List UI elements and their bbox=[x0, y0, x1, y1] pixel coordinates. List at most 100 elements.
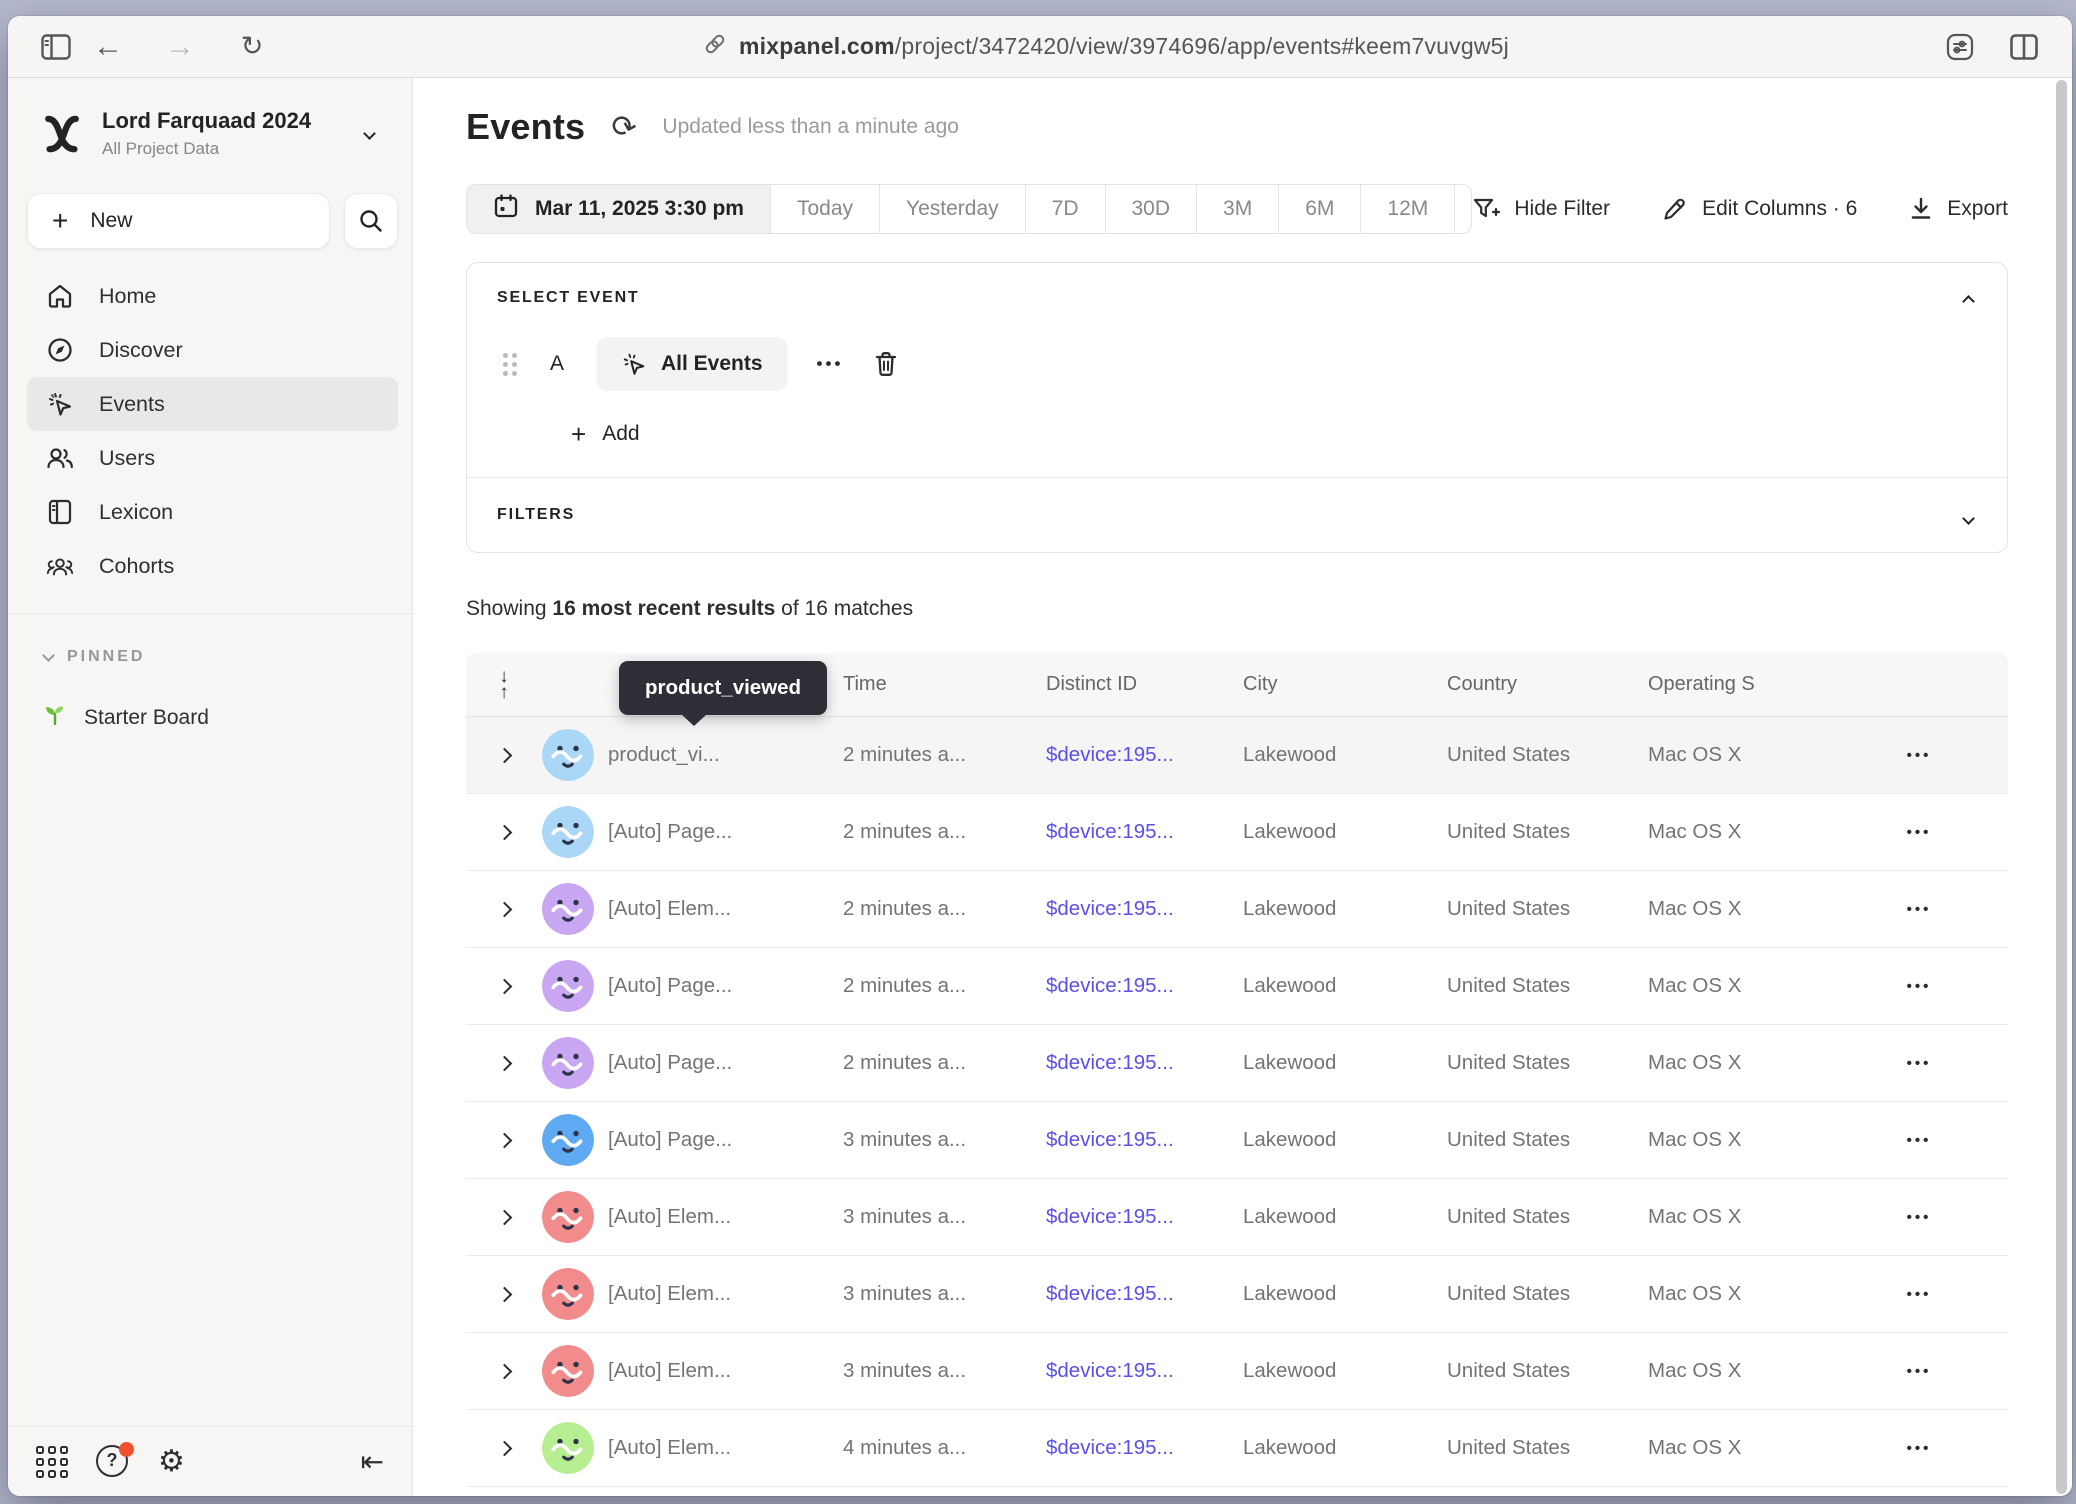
apps-grid-icon[interactable] bbox=[36, 1446, 68, 1478]
distinct-id-link[interactable]: $device:195... bbox=[1046, 974, 1243, 998]
event-name-cell[interactable]: [Auto] Page... bbox=[608, 1051, 843, 1075]
column-header-os[interactable]: Operating S bbox=[1648, 673, 1870, 696]
event-name-cell[interactable]: [Auto] Elem... bbox=[608, 1205, 843, 1229]
address-bar[interactable]: mixpanel.com/project/3472420/view/397469… bbox=[274, 32, 1938, 61]
column-header-city[interactable]: City bbox=[1243, 673, 1447, 696]
distinct-id-link[interactable]: $device:195... bbox=[1046, 1359, 1243, 1383]
row-menu-button[interactable]: ••• bbox=[1870, 1209, 2008, 1226]
table-row[interactable]: [Auto] Page... 2 minutes a... $device:19… bbox=[466, 1025, 2008, 1102]
expand-row-chevron[interactable] bbox=[466, 1366, 542, 1377]
table-row[interactable]: [Auto] Page... 3 minutes a... $device:19… bbox=[466, 1102, 2008, 1179]
collapse-section-button[interactable] bbox=[1964, 293, 1973, 311]
settings-gear-icon[interactable]: ⚙ bbox=[158, 1447, 185, 1477]
row-menu-button[interactable]: ••• bbox=[1870, 824, 2008, 841]
event-name-cell[interactable]: [Auto] Elem... bbox=[608, 897, 843, 921]
column-header-country[interactable]: Country bbox=[1447, 673, 1648, 696]
distinct-id-link[interactable]: $device:195... bbox=[1046, 897, 1243, 921]
distinct-id-link[interactable]: $device:195... bbox=[1046, 1051, 1243, 1075]
distinct-id-link[interactable]: $device:195... bbox=[1046, 1128, 1243, 1152]
event-name-cell[interactable]: product_vi... bbox=[608, 743, 843, 767]
sidebar-item-home[interactable]: Home bbox=[27, 269, 398, 323]
distinct-id-link[interactable]: $device:195... bbox=[1046, 1436, 1243, 1460]
browser-reload-button[interactable]: ↻ bbox=[230, 31, 274, 62]
row-menu-button[interactable]: ••• bbox=[1870, 1363, 2008, 1380]
event-name-cell[interactable]: [Auto] Page... bbox=[608, 974, 843, 998]
edit-columns-button[interactable]: Edit Columns · 6 bbox=[1662, 196, 1857, 222]
table-row[interactable]: [Auto] Page... 2 minutes a... $device:19… bbox=[466, 794, 2008, 871]
distinct-id-link[interactable]: $device:195... bbox=[1046, 1205, 1243, 1229]
project-switcher[interactable]: Lord Farquaad 2024 All Project Data bbox=[8, 78, 412, 167]
sidebar-item-starter-board[interactable]: Starter Board bbox=[8, 666, 412, 734]
event-more-menu[interactable]: ••• bbox=[817, 354, 844, 374]
sidebar-item-events[interactable]: Events bbox=[27, 377, 398, 431]
browser-sidebar-toggle-icon[interactable] bbox=[34, 25, 78, 69]
table-row[interactable]: [Auto] Elem... 2 minutes a... $device:19… bbox=[466, 871, 2008, 948]
expand-row-chevron[interactable] bbox=[466, 1289, 542, 1300]
browser-forward-button[interactable]: → bbox=[158, 30, 202, 64]
browser-back-button[interactable]: ← bbox=[86, 30, 130, 64]
page-settings-icon[interactable] bbox=[1938, 25, 1982, 69]
hide-filter-button[interactable]: Hide Filter bbox=[1472, 196, 1610, 222]
event-name-cell[interactable]: [Auto] Elem... bbox=[608, 1436, 843, 1460]
row-menu-button[interactable]: ••• bbox=[1870, 978, 2008, 995]
expand-row-chevron[interactable] bbox=[466, 1058, 542, 1069]
table-row[interactable]: [Auto] Page... 2 minutes a... $device:19… bbox=[466, 948, 2008, 1025]
range-xtd[interactable]: XTD bbox=[1455, 185, 1472, 233]
search-button[interactable] bbox=[344, 193, 398, 249]
page-scrollbar[interactable] bbox=[2056, 80, 2067, 1494]
row-menu-button[interactable]: ••• bbox=[1870, 901, 2008, 918]
expand-row-chevron[interactable] bbox=[466, 1443, 542, 1454]
table-row[interactable]: [Auto] Elem... 3 minutes a... $device:19… bbox=[466, 1256, 2008, 1333]
event-name-cell[interactable]: [Auto] Elem... bbox=[608, 1282, 843, 1306]
table-row[interactable]: ••• bbox=[466, 1487, 2008, 1496]
sidebar-item-lexicon[interactable]: Lexicon bbox=[27, 485, 398, 539]
sidebar-item-users[interactable]: Users bbox=[27, 431, 398, 485]
expand-row-chevron[interactable] bbox=[466, 1135, 542, 1146]
collapse-sidebar-icon[interactable]: ⇤ bbox=[361, 1445, 384, 1478]
distinct-id-link[interactable]: $device:195... bbox=[1046, 743, 1243, 767]
trash-icon[interactable] bbox=[873, 350, 899, 378]
event-name-cell[interactable]: [Auto] Elem... bbox=[608, 1359, 843, 1383]
expand-filters-button[interactable] bbox=[1964, 510, 1973, 528]
sidebar-item-discover[interactable]: Discover bbox=[27, 323, 398, 377]
range-30d[interactable]: 30D bbox=[1106, 185, 1198, 233]
event-name-cell[interactable]: [Auto] Page... bbox=[608, 820, 843, 844]
table-row[interactable]: product_vi... 2 minutes a... $device:195… bbox=[466, 717, 2008, 794]
pinned-section-header[interactable]: PINNED bbox=[8, 614, 412, 666]
event-name-cell[interactable]: [Auto] Page... bbox=[608, 1128, 843, 1152]
range-yesterday[interactable]: Yesterday bbox=[880, 185, 1026, 233]
range-6m[interactable]: 6M bbox=[1279, 185, 1361, 233]
event-selector-chip[interactable]: All Events bbox=[597, 337, 787, 391]
drag-handle[interactable] bbox=[503, 353, 517, 376]
add-event-button[interactable]: + Add bbox=[571, 421, 1977, 447]
expand-row-chevron[interactable] bbox=[466, 904, 542, 915]
help-button[interactable]: ? bbox=[96, 1445, 130, 1479]
table-row[interactable]: [Auto] Elem... 3 minutes a... $device:19… bbox=[466, 1333, 2008, 1410]
collapse-rows-icon[interactable]: ↓↑ bbox=[466, 669, 542, 699]
export-button[interactable]: Export bbox=[1909, 196, 2008, 222]
expand-row-chevron[interactable] bbox=[466, 827, 542, 838]
expand-row-chevron[interactable] bbox=[466, 1212, 542, 1223]
row-menu-button[interactable]: ••• bbox=[1870, 747, 2008, 764]
range-today[interactable]: Today bbox=[771, 185, 880, 233]
row-menu-button[interactable]: ••• bbox=[1870, 1132, 2008, 1149]
expand-row-chevron[interactable] bbox=[466, 750, 542, 761]
new-button[interactable]: + New bbox=[27, 193, 330, 249]
split-view-icon[interactable] bbox=[2002, 25, 2046, 69]
range-3m[interactable]: 3M bbox=[1197, 185, 1279, 233]
range-7d[interactable]: 7D bbox=[1026, 185, 1106, 233]
column-header-time[interactable]: Time bbox=[843, 673, 1046, 696]
distinct-id-link[interactable]: $device:195... bbox=[1046, 1282, 1243, 1306]
range-12m[interactable]: 12M bbox=[1361, 185, 1455, 233]
table-row[interactable]: [Auto] Elem... 4 minutes a... $device:19… bbox=[466, 1410, 2008, 1487]
refresh-icon[interactable]: ⟳ bbox=[607, 107, 640, 147]
row-menu-button[interactable]: ••• bbox=[1870, 1286, 2008, 1303]
distinct-id-link[interactable]: $device:195... bbox=[1046, 820, 1243, 844]
column-header-distinct-id[interactable]: Distinct ID bbox=[1046, 673, 1243, 696]
row-menu-button[interactable]: ••• bbox=[1870, 1440, 2008, 1457]
date-picker-segment[interactable]: Mar 11, 2025 3:30 pm bbox=[467, 185, 771, 233]
sidebar-item-cohorts[interactable]: Cohorts bbox=[27, 539, 398, 593]
table-row[interactable]: [Auto] Elem... 3 minutes a... $device:19… bbox=[466, 1179, 2008, 1256]
expand-row-chevron[interactable] bbox=[466, 981, 542, 992]
row-menu-button[interactable]: ••• bbox=[1870, 1055, 2008, 1072]
